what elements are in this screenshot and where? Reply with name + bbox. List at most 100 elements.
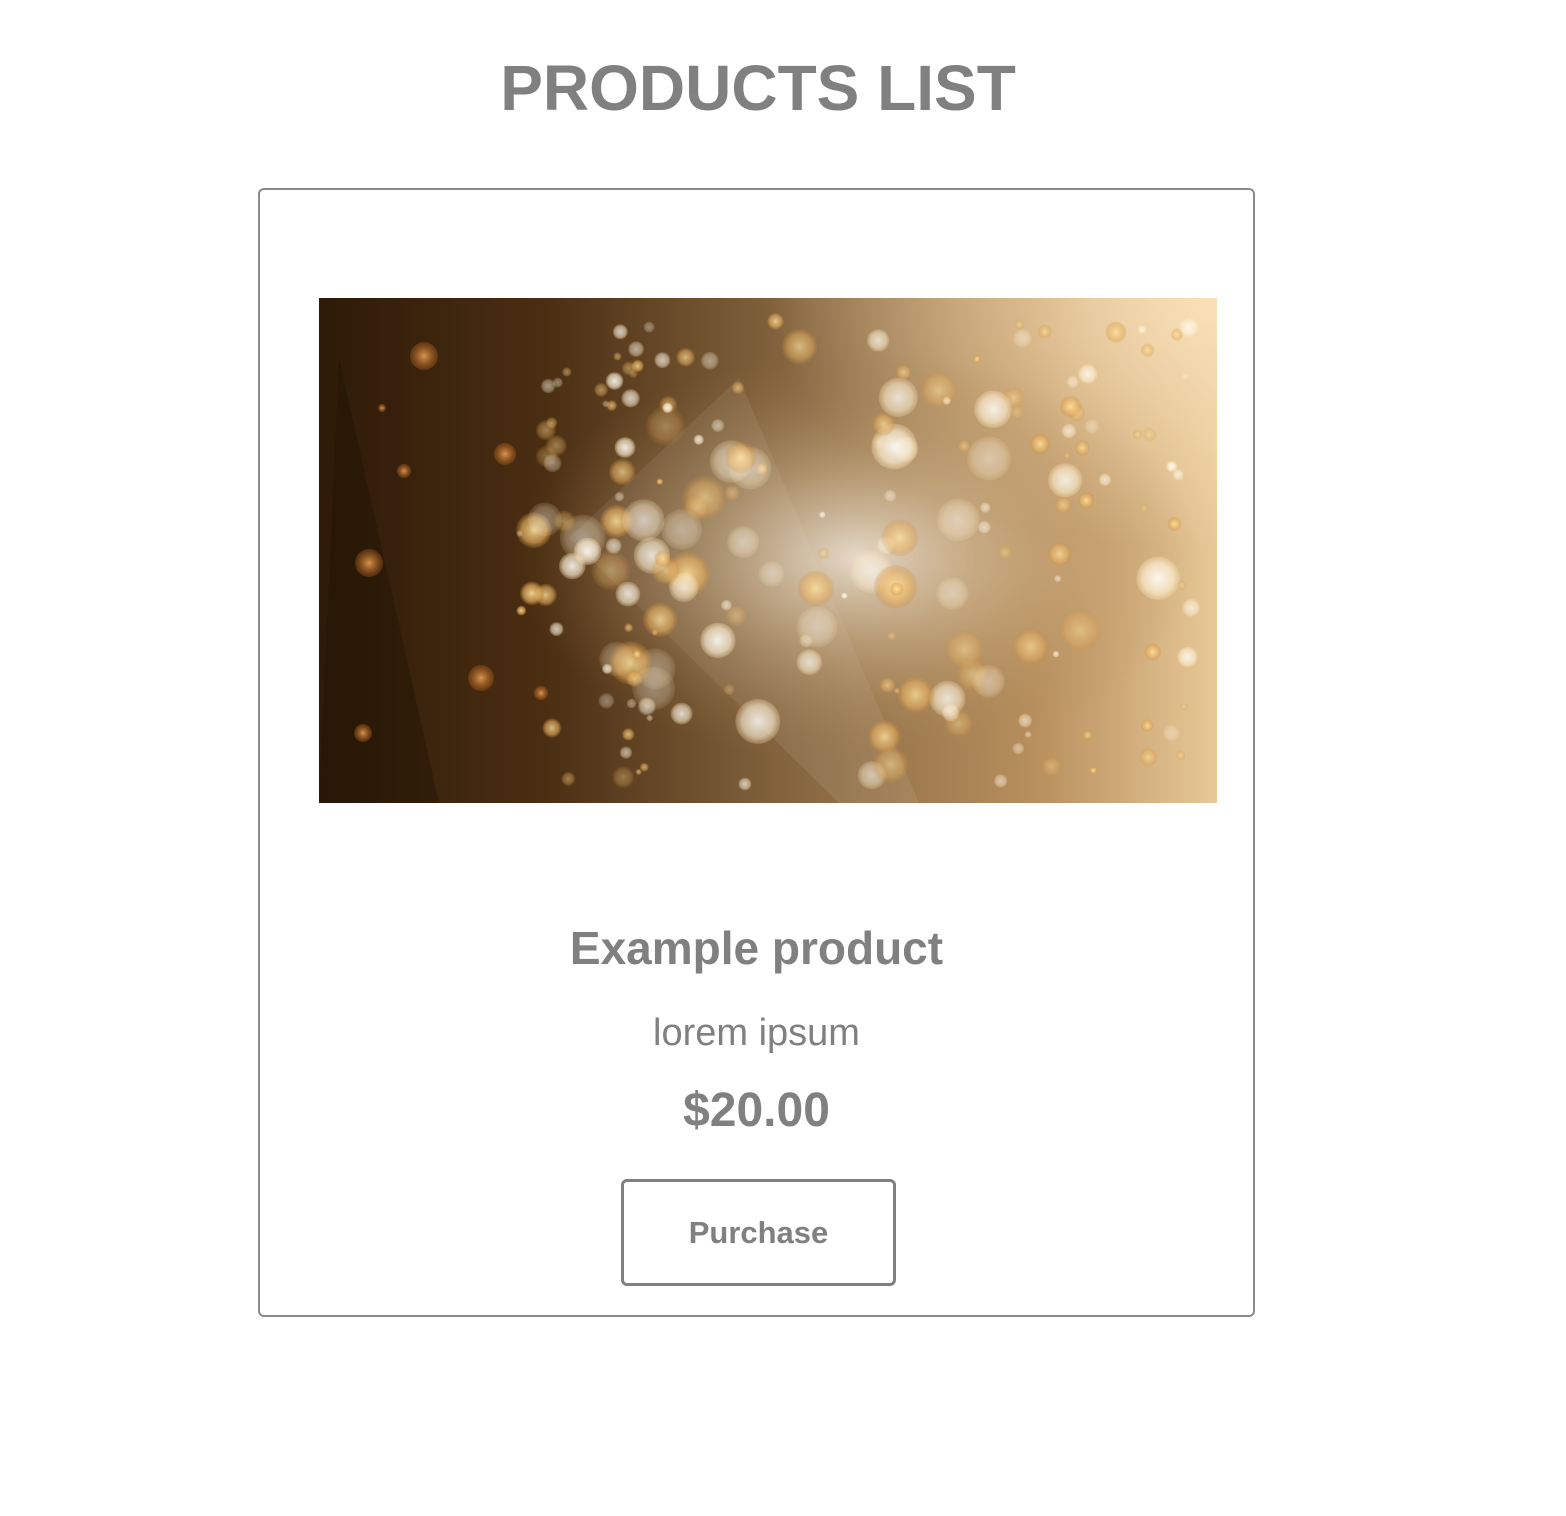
- bokeh-light: [1139, 747, 1158, 767]
- bokeh-light: [841, 592, 848, 599]
- bokeh-light: [1048, 463, 1083, 498]
- bokeh-light: [1144, 643, 1162, 661]
- bokeh-light: [1078, 492, 1095, 509]
- bokeh-light: [635, 768, 642, 775]
- bokeh-light: [1166, 460, 1178, 472]
- bokeh-light: [881, 519, 919, 557]
- bokeh-light: [711, 419, 725, 433]
- bokeh-light: [936, 577, 969, 610]
- bokeh-light: [612, 766, 635, 789]
- bokeh-light: [1089, 766, 1098, 775]
- bokeh-light: [543, 454, 562, 473]
- product-price: $20.00: [683, 1084, 830, 1137]
- bokeh-light: [731, 381, 745, 395]
- bokeh-light: [867, 329, 890, 352]
- bokeh-light: [656, 478, 664, 485]
- bokeh-light: [738, 777, 752, 791]
- bokeh-light: [468, 665, 494, 691]
- bokeh-light: [1105, 321, 1127, 343]
- bokeh-light: [1136, 556, 1180, 600]
- bokeh-light: [1098, 473, 1112, 487]
- bokeh-light: [520, 581, 544, 606]
- bokeh-light: [974, 390, 1012, 428]
- bokeh-light: [602, 400, 610, 408]
- bokeh-light: [724, 441, 757, 474]
- bokeh-light: [628, 369, 638, 379]
- bokeh-light: [1082, 730, 1093, 741]
- bokeh-light: [549, 622, 564, 637]
- bokeh-light: [693, 434, 704, 445]
- bokeh-light: [378, 404, 386, 412]
- bokeh-light: [683, 494, 710, 521]
- bokeh-light: [872, 412, 896, 436]
- bokeh-light: [700, 351, 719, 370]
- bokeh-light: [559, 552, 586, 580]
- bokeh-light: [884, 489, 897, 502]
- bokeh-light: [541, 378, 556, 394]
- bokeh-light: [781, 328, 818, 365]
- bokeh-light: [886, 631, 897, 641]
- bokeh-light: [605, 372, 624, 390]
- bokeh-light: [724, 484, 741, 501]
- bokeh-light: [1175, 750, 1186, 761]
- bokeh-light: [410, 342, 438, 370]
- bokeh-light: [897, 676, 934, 713]
- bokeh-light: [628, 341, 644, 357]
- bokeh-light: [613, 352, 622, 361]
- purchase-button[interactable]: Purchase: [621, 1179, 896, 1286]
- page: PRODUCTS LIST Example product lorem ipsu…: [0, 0, 1566, 1516]
- bokeh-light: [1058, 608, 1102, 652]
- bokeh-light: [612, 324, 628, 340]
- bokeh-light: [1167, 517, 1182, 531]
- bokeh-light: [1012, 628, 1050, 666]
- bokeh-light: [609, 458, 636, 486]
- bokeh-light: [1078, 364, 1098, 384]
- bokeh-light: [553, 510, 576, 533]
- bokeh-light: [605, 537, 622, 554]
- bokeh-light: [355, 549, 383, 577]
- bokeh-light: [1180, 702, 1188, 710]
- bokeh-light: [1054, 575, 1062, 583]
- bokeh-light: [972, 354, 982, 363]
- bokeh-light: [622, 728, 635, 741]
- product-name: Example product: [569, 922, 944, 974]
- bokeh-light: [997, 544, 1013, 560]
- bokeh-light: [561, 771, 576, 786]
- bokeh-light: [1014, 319, 1025, 330]
- bokeh-light: [727, 525, 760, 559]
- bokeh-light: [654, 352, 671, 369]
- bokeh-light: [1182, 373, 1189, 380]
- bokeh-light: [619, 746, 633, 759]
- bokeh-light: [1041, 756, 1062, 777]
- bokeh-light: [977, 520, 991, 534]
- bokeh-light: [735, 699, 781, 744]
- bokeh-light: [723, 683, 735, 696]
- bokeh-light: [1066, 375, 1079, 388]
- bokeh-light: [878, 377, 919, 417]
- bokeh-light: [1084, 419, 1099, 434]
- bokeh-light: [1177, 581, 1187, 590]
- bokeh-light: [545, 417, 558, 429]
- bokeh-light: [758, 561, 785, 587]
- bokeh-light: [494, 443, 516, 465]
- bokeh-light: [622, 499, 665, 542]
- bokeh-light: [1047, 542, 1072, 566]
- bokeh-light: [889, 582, 904, 596]
- bokeh-light: [1182, 598, 1201, 617]
- bokeh-light: [676, 347, 695, 367]
- bokeh-light: [1054, 496, 1072, 514]
- bokeh-light: [1137, 325, 1147, 334]
- bokeh-light: [819, 511, 826, 518]
- bokeh-light: [1141, 719, 1154, 732]
- bokeh-light: [602, 663, 613, 674]
- bokeh-light: [941, 703, 960, 722]
- bokeh-light: [1012, 742, 1025, 755]
- product-image: [319, 298, 1217, 803]
- bokeh-light: [1074, 440, 1090, 456]
- bokeh-light: [1018, 713, 1033, 728]
- bokeh-light: [994, 774, 1008, 788]
- bokeh-light: [594, 382, 609, 397]
- bokeh-light: [654, 550, 671, 567]
- bokeh-light: [1139, 503, 1149, 514]
- bokeh-light: [1063, 451, 1071, 460]
